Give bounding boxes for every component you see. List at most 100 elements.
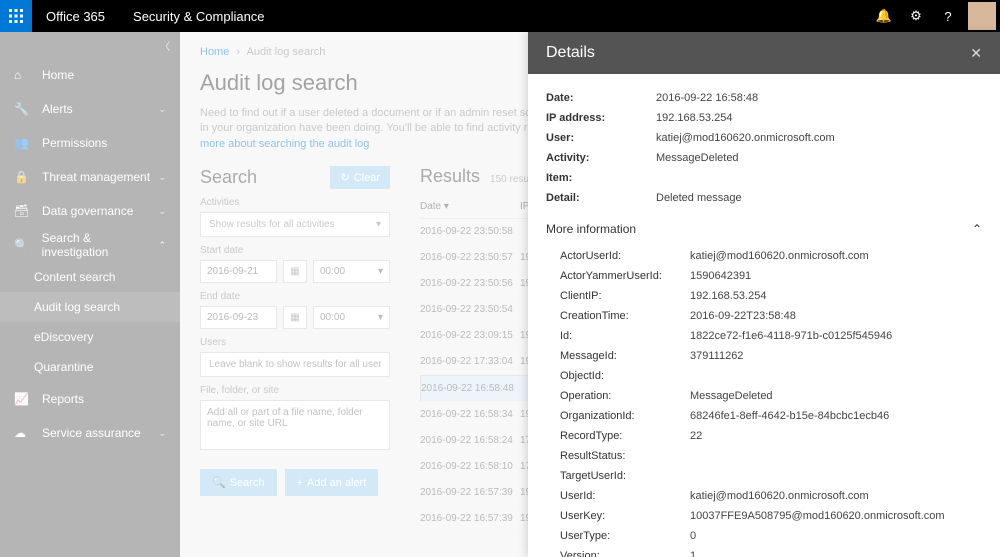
sidebar-item-data-governance[interactable]: 🗃 Data governance ⌄: [0, 194, 180, 228]
sidebar-item-label: Alerts: [42, 102, 73, 116]
sidebar-item-label: Reports: [42, 392, 84, 406]
detail-row: ClientIP:192.168.53.254: [560, 286, 982, 306]
more-information-toggle[interactable]: More information ⌃: [546, 208, 982, 246]
sidebar-item-label: Service assurance: [42, 426, 141, 440]
app-label: Security & Compliance: [119, 9, 279, 24]
activities-dropdown[interactable]: Show results for all activities ▾: [200, 212, 390, 237]
sidebar-item-label: Data governance: [42, 204, 133, 218]
detail-row: UserId:katiej@mod160620.onmicrosoft.com: [560, 486, 982, 506]
sidebar-sub-quarantine[interactable]: Quarantine: [0, 352, 180, 382]
notifications-button[interactable]: 🔔: [868, 0, 900, 32]
lock-icon: 🔒: [14, 170, 32, 184]
end-date-input[interactable]: 2016-09-23: [200, 306, 277, 329]
col-date[interactable]: Date ▾: [420, 201, 520, 212]
detail-row: UserType:0: [560, 526, 982, 546]
detail-row: Detail:Deleted message: [546, 188, 982, 208]
file-label: File, folder, or site: [200, 385, 390, 396]
users-input[interactable]: [200, 352, 390, 377]
detail-row: CreationTime:2016-09-22T23:58:48: [560, 306, 982, 326]
detail-row: Item:: [546, 168, 982, 188]
search-heading: Search: [200, 167, 257, 188]
top-bar: Office 365 Security & Compliance 🔔 ⚙ ?: [0, 0, 1000, 32]
waffle-icon: [9, 9, 23, 23]
clear-button[interactable]: ↻ Clear: [330, 166, 390, 189]
gear-icon: ⚙: [910, 8, 922, 24]
sidebar-item-permissions[interactable]: 👥 Permissions: [0, 126, 180, 160]
file-input[interactable]: [200, 400, 390, 450]
detail-row: User:katiej@mod160620.onmicrosoft.com: [546, 128, 982, 148]
detail-row: Activity:MessageDeleted: [546, 148, 982, 168]
detail-row: Id:1822ce72-f1e6-4118-971b-c0125f545946: [560, 326, 982, 346]
search-button[interactable]: 🔍 Search: [200, 469, 277, 496]
wrench-icon: 🔧: [14, 102, 32, 116]
sidebar-sub-content-search[interactable]: Content search: [0, 262, 180, 292]
sort-down-icon: ▾: [444, 201, 449, 212]
detail-row: ActorYammerUserId:1590642391: [560, 266, 982, 286]
bell-icon: 🔔: [876, 8, 892, 24]
chevron-down-icon: ▾: [378, 266, 383, 277]
detail-row: ActorUserId:katiej@mod160620.onmicrosoft…: [560, 246, 982, 266]
app-launcher-button[interactable]: [0, 0, 32, 32]
sidebar-item-search-investigation[interactable]: 🔍 Search & investigation⌃: [0, 228, 180, 262]
chevron-down-icon: ▾: [376, 219, 381, 230]
sidebar: 〈 ⌂ Home 🔧 Alerts ⌄ 👥 Permissions 🔒 Threat manag…: [0, 32, 180, 557]
sidebar-item-label: Permissions: [42, 136, 107, 150]
sidebar-item-label: Search & investigation: [42, 231, 159, 259]
detail-row: ResultStatus:: [560, 446, 982, 466]
chevron-left-icon: 〈: [160, 38, 170, 53]
sidebar-item-reports[interactable]: 📈Reports: [0, 382, 180, 416]
sidebar-item-home[interactable]: ⌂ Home: [0, 58, 180, 92]
question-icon: ?: [944, 9, 951, 24]
detail-row: IP address:192.168.53.254: [546, 108, 982, 128]
detail-row: Operation:MessageDeleted: [560, 386, 982, 406]
calendar-icon: ▦: [290, 312, 299, 323]
details-header: Details ✕: [528, 32, 1000, 74]
sidebar-item-service-assurance[interactable]: ☁Service assurance⌄: [0, 416, 180, 450]
breadcrumb-home[interactable]: Home: [200, 46, 229, 58]
calendar-icon: ▦: [290, 266, 299, 277]
plus-icon: +: [297, 477, 303, 489]
details-panel: Details ✕ Date:2016-09-22 16:58:48IP add…: [528, 32, 1000, 557]
activities-label: Activities: [200, 197, 390, 208]
brand-label[interactable]: Office 365: [32, 9, 119, 24]
collapse-sidebar-button[interactable]: 〈: [0, 32, 180, 58]
add-alert-button[interactable]: + Add an alert: [285, 469, 379, 496]
chevron-down-icon: ⌄: [158, 104, 166, 115]
chevron-up-icon: ⌃: [972, 222, 982, 236]
chevron-down-icon: ⌄: [158, 206, 166, 217]
search-panel: Search ↻ Clear Activities Show results f…: [200, 166, 390, 532]
close-button[interactable]: ✕: [970, 45, 982, 62]
sidebar-item-label: Threat management: [42, 170, 150, 184]
settings-button[interactable]: ⚙: [900, 0, 932, 32]
end-date-label: End date: [200, 291, 390, 302]
sidebar-item-label: Home: [42, 68, 74, 82]
end-date-calendar-button[interactable]: ▦: [283, 306, 307, 329]
start-date-calendar-button[interactable]: ▦: [283, 260, 307, 283]
users-label: Users: [200, 337, 390, 348]
detail-row: UserKey:10037FFE9A508795@mod160620.onmic…: [560, 506, 982, 526]
data-icon: 🗃: [14, 204, 32, 218]
search-icon: 🔍: [14, 238, 32, 252]
chevron-up-icon: ⌃: [158, 240, 166, 251]
perm-icon: 👥: [14, 136, 32, 150]
sidebar-item-threat-management[interactable]: 🔒 Threat management ⌄: [0, 160, 180, 194]
chevron-down-icon: ⌄: [158, 172, 166, 183]
start-time-input[interactable]: 00:00▾: [313, 260, 390, 283]
assure-icon: ☁: [14, 426, 32, 440]
help-button[interactable]: ?: [932, 0, 964, 32]
start-date-label: Start date: [200, 245, 390, 256]
detail-row: OrganizationId:68246fe1-8eff-4642-b15e-8…: [560, 406, 982, 426]
sidebar-sub-ediscovery[interactable]: eDiscovery: [0, 322, 180, 352]
chevron-down-icon: ▾: [378, 312, 383, 323]
home-icon: ⌂: [14, 68, 32, 82]
start-date-input[interactable]: 2016-09-21: [200, 260, 277, 283]
end-time-input[interactable]: 00:00▾: [313, 306, 390, 329]
close-icon: ✕: [970, 45, 982, 61]
results-heading: Results: [420, 166, 480, 187]
detail-row: MessageId:379111262: [560, 346, 982, 366]
details-title: Details: [546, 44, 595, 62]
refresh-icon: ↻: [340, 171, 349, 184]
avatar[interactable]: [968, 2, 996, 30]
sidebar-item-alerts[interactable]: 🔧 Alerts ⌄: [0, 92, 180, 126]
sidebar-sub-audit-log-search[interactable]: Audit log search: [0, 292, 180, 322]
